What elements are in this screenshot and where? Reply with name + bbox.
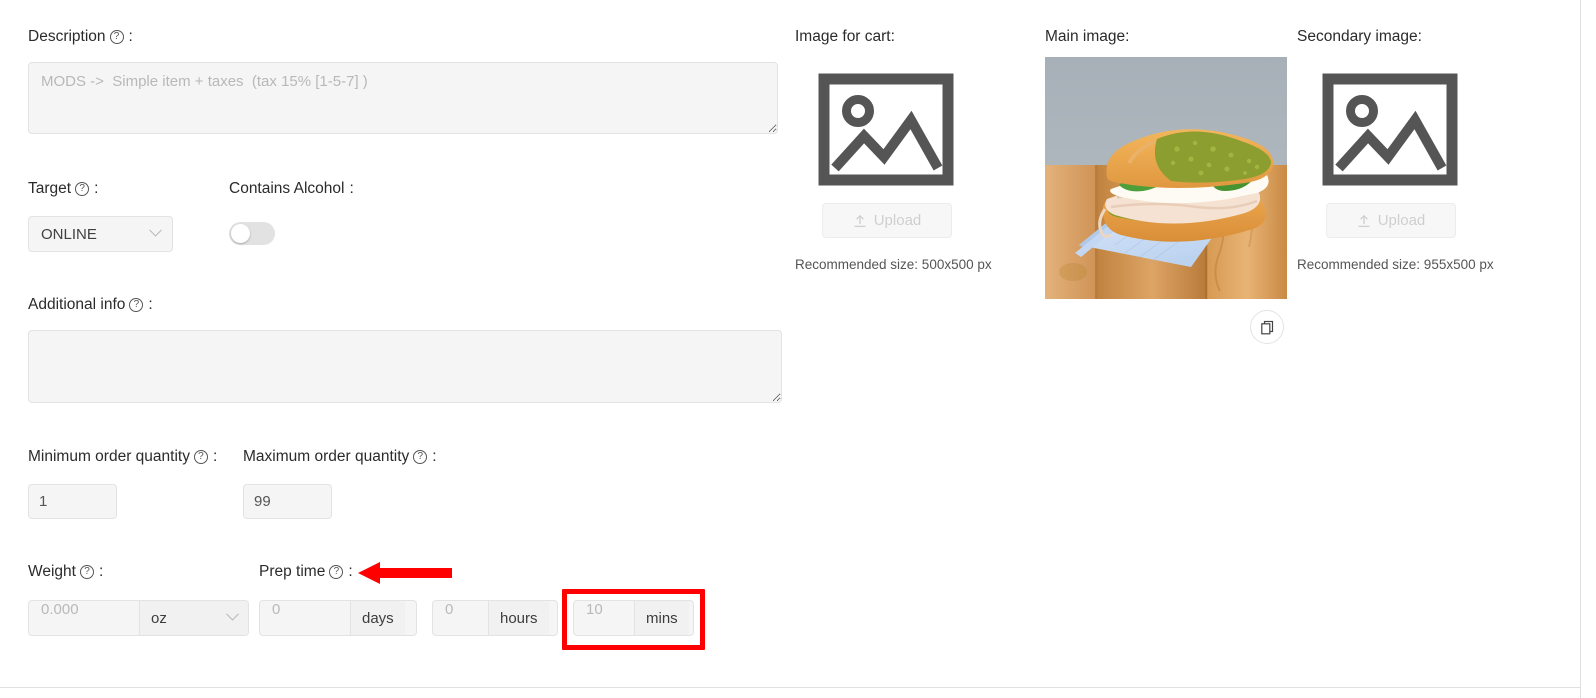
weight-label-text: Weight bbox=[28, 563, 76, 580]
prep-time-label-text: Prep time bbox=[259, 563, 326, 580]
help-icon[interactable] bbox=[329, 565, 344, 579]
upload-icon bbox=[854, 214, 866, 227]
secondary-recommended-size: Recommended size: 955x500 px bbox=[1297, 257, 1494, 272]
help-icon[interactable] bbox=[193, 450, 208, 464]
prep-time-days-unit: days bbox=[350, 601, 405, 635]
label-colon: : bbox=[128, 28, 133, 45]
minimum-order-quantity-label-text: Minimum order quantity bbox=[28, 448, 190, 465]
prep-time-hours-field: hours bbox=[432, 600, 558, 636]
target-label: Target : bbox=[28, 180, 98, 198]
description-textarea[interactable] bbox=[28, 62, 778, 134]
maximum-order-quantity-label: Maximum order quantity : bbox=[243, 448, 437, 466]
prep-time-mins-input[interactable] bbox=[574, 601, 634, 618]
prep-time-hours-unit: hours bbox=[488, 601, 549, 635]
label-colon: : bbox=[94, 180, 99, 197]
additional-info-textarea[interactable] bbox=[28, 330, 782, 403]
description-label: Description : bbox=[28, 28, 133, 46]
cart-recommended-size: Recommended size: 500x500 px bbox=[795, 257, 992, 272]
label-colon: : bbox=[148, 296, 153, 313]
help-icon[interactable] bbox=[413, 450, 428, 464]
help-icon[interactable] bbox=[79, 565, 94, 579]
weight-unit-select[interactable]: oz bbox=[139, 601, 248, 635]
prep-time-mins-input-wrap bbox=[574, 601, 634, 635]
description-label-text: Description bbox=[28, 28, 106, 45]
help-icon[interactable] bbox=[75, 182, 90, 196]
cart-upload-button[interactable]: Upload bbox=[822, 203, 952, 238]
contains-alcohol-toggle[interactable] bbox=[229, 222, 275, 245]
copy-icon bbox=[1260, 320, 1273, 334]
chevron-down-icon bbox=[226, 607, 239, 621]
cart-upload-label: Upload bbox=[873, 212, 922, 229]
contains-alcohol-label-text: Contains Alcohol bbox=[229, 180, 345, 197]
label-colon: : bbox=[348, 563, 353, 580]
main-image-title: Main image: bbox=[1045, 28, 1130, 45]
minimum-order-quantity-input[interactable] bbox=[28, 484, 117, 519]
prep-time-hours-input[interactable] bbox=[433, 601, 488, 618]
weight-input-wrap bbox=[29, 601, 139, 635]
target-select-value: ONLINE bbox=[41, 225, 97, 243]
label-colon: : bbox=[212, 448, 218, 465]
label-colon: : bbox=[98, 563, 104, 580]
copy-image-button[interactable] bbox=[1250, 310, 1284, 344]
secondary-upload-button[interactable]: Upload bbox=[1326, 203, 1456, 238]
prep-time-mins-unit: mins bbox=[634, 601, 689, 635]
image-for-cart-title: Image for cart: bbox=[795, 28, 895, 45]
prep-time-days-field: days bbox=[259, 600, 417, 636]
label-colon: : bbox=[349, 180, 354, 197]
panel-bottom-divider bbox=[0, 687, 1580, 688]
label-colon: : bbox=[432, 448, 437, 465]
image-placeholder-icon bbox=[1322, 73, 1458, 186]
help-icon[interactable] bbox=[129, 298, 144, 312]
help-icon[interactable] bbox=[109, 30, 124, 44]
prep-time-label: Prep time : bbox=[259, 563, 353, 581]
target-label-text: Target bbox=[28, 180, 72, 197]
maximum-order-quantity-label-text: Maximum order quantity bbox=[243, 448, 410, 465]
additional-info-label-text: Additional info bbox=[28, 296, 126, 313]
additional-info-label: Additional info : bbox=[28, 296, 153, 314]
prep-time-days-input[interactable] bbox=[260, 601, 350, 618]
secondary-image-title: Secondary image: bbox=[1297, 28, 1422, 45]
secondary-upload-label: Upload bbox=[1377, 212, 1426, 229]
prep-time-mins-field: mins bbox=[573, 600, 694, 636]
prep-time-hours-input-wrap bbox=[433, 601, 488, 635]
image-placeholder-icon bbox=[818, 73, 954, 186]
weight-unit-value: oz bbox=[151, 609, 167, 627]
weight-input[interactable] bbox=[29, 601, 139, 618]
weight-field-group: oz bbox=[28, 600, 249, 636]
annotation-arrow-icon bbox=[358, 562, 452, 584]
prep-time-days-input-wrap bbox=[260, 601, 350, 635]
maximum-order-quantity-input[interactable] bbox=[243, 484, 332, 519]
panel-right-border bbox=[1580, 0, 1581, 698]
chevron-down-icon bbox=[149, 223, 162, 237]
weight-label: Weight : bbox=[28, 563, 103, 581]
upload-icon bbox=[1358, 214, 1370, 227]
main-image-preview[interactable] bbox=[1045, 57, 1287, 299]
toggle-knob bbox=[231, 224, 250, 243]
target-select[interactable]: ONLINE bbox=[28, 216, 173, 252]
contains-alcohol-label: Contains Alcohol : bbox=[229, 180, 354, 198]
minimum-order-quantity-label: Minimum order quantity : bbox=[28, 448, 217, 466]
